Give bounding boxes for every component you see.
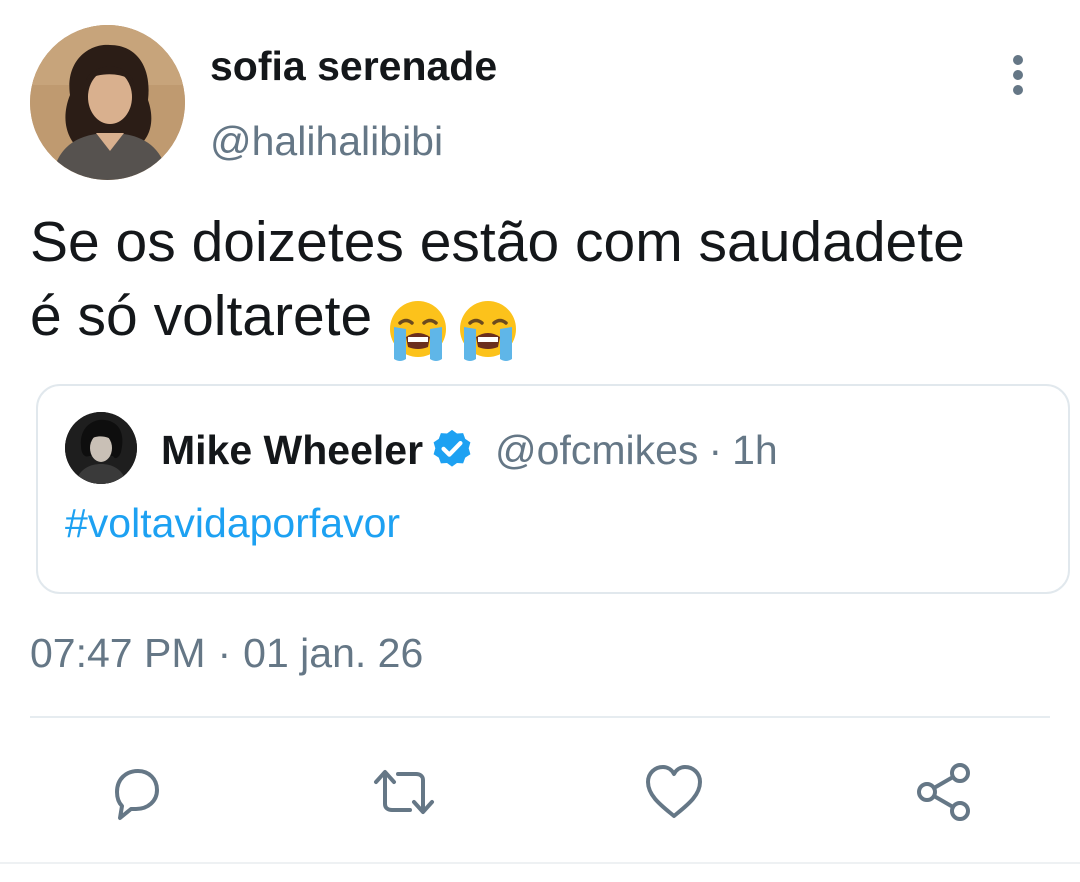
share-button[interactable]: [912, 760, 976, 824]
tweet-text-line-1: Se os doizetes estão com saudadete: [30, 210, 965, 274]
avatar-image: [30, 25, 185, 180]
emoji-group: [386, 291, 526, 365]
tweet-text-line-2: é só voltarete: [30, 279, 1070, 365]
author-handle[interactable]: @halihalibibi: [210, 117, 443, 165]
retweet-icon: [374, 770, 434, 814]
quoted-tweet-card[interactable]: Mike Wheeler @ofcmikes · 1h #voltavidapo…: [36, 384, 1070, 594]
quoted-author-avatar[interactable]: [65, 412, 137, 484]
quoted-separator: ·: [708, 426, 723, 473]
tweet-timestamp: 07:47 PM · 01 jan. 26: [30, 630, 423, 677]
tweet-text: Se os doizetes estão com saudadete é só …: [30, 205, 1070, 365]
like-button[interactable]: [642, 760, 706, 824]
retweet-button[interactable]: [372, 760, 436, 824]
reply-icon: [115, 769, 159, 820]
quoted-header: Mike Wheeler @ofcmikes · 1h: [161, 424, 778, 476]
quoted-display-name[interactable]: Mike Wheeler: [161, 427, 423, 474]
bottom-divider: [0, 862, 1080, 864]
quoted-avatar-image: [65, 412, 137, 484]
meta-separator: ·: [217, 630, 232, 676]
quoted-time: 1h: [732, 426, 778, 473]
reply-button[interactable]: [103, 760, 167, 824]
verified-badge-icon: [433, 429, 471, 467]
loudly-crying-face-icon: [390, 300, 447, 361]
more-options-button[interactable]: [998, 52, 1038, 98]
tweet-text-line-2-text: é só voltarete: [30, 284, 373, 348]
tweet-date: 01 jan. 26: [243, 630, 424, 676]
action-bar: [0, 760, 1080, 824]
quoted-hashtag-link[interactable]: #voltavidaporfavor: [65, 500, 400, 547]
loudly-crying-face-icon: [460, 300, 517, 361]
author-display-name[interactable]: sofia serenade: [210, 42, 497, 90]
divider: [30, 716, 1050, 718]
share-icon: [917, 763, 970, 821]
author-avatar[interactable]: [30, 25, 185, 180]
more-vertical-icon: [1013, 55, 1023, 95]
quoted-handle[interactable]: @ofcmikes: [495, 427, 698, 474]
heart-icon: [646, 765, 702, 818]
tweet-time: 07:47 PM: [30, 630, 206, 676]
